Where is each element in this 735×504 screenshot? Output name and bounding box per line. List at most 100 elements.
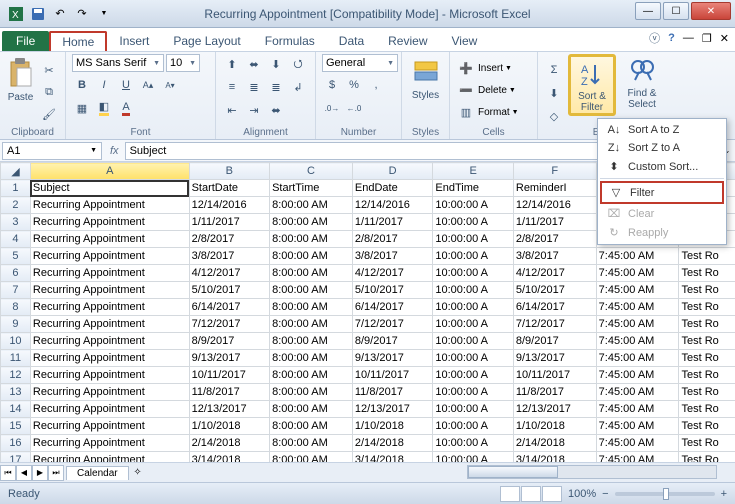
cut-icon[interactable]: ✂ [39, 60, 59, 80]
cell[interactable]: 4/12/2017 [189, 265, 270, 282]
redo-icon[interactable]: ↷ [72, 4, 92, 24]
cell[interactable]: 8:00:00 AM [270, 197, 353, 214]
scroll-thumb[interactable] [468, 466, 558, 478]
cell[interactable]: 8/9/2017 [513, 333, 596, 350]
cell[interactable]: 8:00:00 AM [270, 299, 353, 316]
cell[interactable]: Test Ro [679, 367, 735, 384]
fill-icon[interactable]: ⬇ [544, 83, 564, 103]
cell[interactable]: 7:45:00 AM [596, 299, 679, 316]
cell[interactable]: 1/10/2018 [189, 418, 270, 435]
row-header[interactable]: 12 [1, 367, 31, 384]
cell[interactable]: 10:00:00 A [433, 231, 514, 248]
close-button[interactable]: ✕ [691, 2, 731, 20]
cell[interactable]: 10:00:00 A [433, 435, 514, 452]
cell[interactable]: 8:00:00 AM [270, 333, 353, 350]
cell[interactable]: 10:00:00 A [433, 197, 514, 214]
align-bottom-icon[interactable]: ⬇ [266, 54, 286, 74]
cell[interactable]: 7:45:00 AM [596, 350, 679, 367]
cell[interactable]: 8:00:00 AM [270, 265, 353, 282]
cell[interactable]: StartDate [189, 180, 270, 197]
align-left-icon[interactable]: ≡ [222, 77, 242, 97]
tab-home[interactable]: Home [49, 31, 107, 51]
cell[interactable]: 3/8/2017 [352, 248, 433, 265]
wrap-text-icon[interactable]: ↲ [288, 77, 308, 97]
merge-center-icon[interactable]: ⬌ [266, 100, 286, 120]
cell[interactable]: 7:45:00 AM [596, 265, 679, 282]
delete-cells-button[interactable]: ➖Delete▼ [456, 80, 516, 100]
row-header[interactable]: 3 [1, 214, 31, 231]
cell[interactable]: Test Ro [679, 316, 735, 333]
cell[interactable]: 1/10/2018 [513, 418, 596, 435]
tab-pagelayout[interactable]: Page Layout [161, 31, 252, 51]
cell[interactable]: 8/9/2017 [352, 333, 433, 350]
row-header[interactable]: 11 [1, 350, 31, 367]
cell[interactable]: 7:45:00 AM [596, 282, 679, 299]
dd-sort-za[interactable]: Z↓Sort Z to A [600, 139, 724, 157]
cell[interactable]: Test Ro [679, 333, 735, 350]
view-pagebreak-icon[interactable] [542, 486, 562, 502]
find-select-button[interactable]: Find & Select [620, 54, 664, 110]
cell[interactable]: 8:00:00 AM [270, 316, 353, 333]
cell[interactable]: 10:00:00 A [433, 214, 514, 231]
cell[interactable]: 12/14/2016 [189, 197, 270, 214]
cell[interactable]: Test Ro [679, 248, 735, 265]
cell[interactable]: 8:00:00 AM [270, 248, 353, 265]
save-icon[interactable] [28, 4, 48, 24]
zoom-out-button[interactable]: − [602, 488, 608, 500]
cell[interactable]: 10:00:00 A [433, 282, 514, 299]
cell[interactable]: 8:00:00 AM [270, 418, 353, 435]
clear-icon[interactable]: ◇ [544, 106, 564, 126]
cell[interactable]: 9/13/2017 [513, 350, 596, 367]
cell[interactable]: 6/14/2017 [189, 299, 270, 316]
col-header-e[interactable]: E [433, 163, 514, 180]
cell[interactable]: 10:00:00 A [433, 418, 514, 435]
cell[interactable]: Recurring Appointment [30, 350, 189, 367]
cell[interactable]: Test Ro [679, 452, 735, 463]
accounting-format-icon[interactable]: $ [322, 75, 342, 95]
zoom-level[interactable]: 100% [568, 488, 596, 500]
cell[interactable]: 3/8/2017 [513, 248, 596, 265]
row-header[interactable]: 7 [1, 282, 31, 299]
increase-decimal-icon[interactable]: .0→ [322, 98, 342, 118]
cell[interactable]: 10:00:00 A [433, 333, 514, 350]
row-header[interactable]: 10 [1, 333, 31, 350]
sort-filter-button[interactable]: AZ Sort & Filter [568, 54, 616, 116]
cell[interactable]: Test Ro [679, 418, 735, 435]
new-sheet-icon[interactable]: ✧ [129, 467, 147, 478]
cell[interactable]: Recurring Appointment [30, 384, 189, 401]
col-header-c[interactable]: C [270, 163, 353, 180]
number-format-select[interactable]: General▼ [322, 54, 398, 72]
cell[interactable]: Recurring Appointment [30, 452, 189, 463]
italic-button[interactable]: I [94, 75, 114, 95]
row-header[interactable]: 15 [1, 418, 31, 435]
format-cells-button[interactable]: ▥Format▼ [456, 102, 519, 122]
cell[interactable]: 6/14/2017 [352, 299, 433, 316]
cell[interactable]: StartTime [270, 180, 353, 197]
col-header-d[interactable]: D [352, 163, 433, 180]
cell[interactable]: 1/10/2018 [352, 418, 433, 435]
font-color-button[interactable]: A [116, 98, 136, 118]
cell[interactable]: 3/14/2018 [513, 452, 596, 463]
cell[interactable]: 2/8/2017 [513, 231, 596, 248]
orientation-icon[interactable]: ⭯ [288, 54, 308, 74]
sheet-nav-next[interactable]: ▶ [32, 465, 48, 481]
cell[interactable]: 11/8/2017 [513, 384, 596, 401]
cell[interactable]: 7:45:00 AM [596, 418, 679, 435]
format-painter-icon[interactable]: 🖌 [39, 104, 59, 124]
cell[interactable]: 5/10/2017 [189, 282, 270, 299]
cell[interactable]: 8:00:00 AM [270, 231, 353, 248]
align-center-icon[interactable]: ≣ [244, 77, 264, 97]
cell[interactable]: Recurring Appointment [30, 282, 189, 299]
cell[interactable]: 11/8/2017 [189, 384, 270, 401]
tab-review[interactable]: Review [376, 31, 439, 51]
cell[interactable]: 12/13/2017 [513, 401, 596, 418]
cell[interactable]: 1/11/2017 [352, 214, 433, 231]
cell[interactable]: 2/14/2018 [513, 435, 596, 452]
zoom-slider[interactable] [615, 492, 715, 496]
cell[interactable]: Test Ro [679, 350, 735, 367]
cell[interactable]: EndTime [433, 180, 514, 197]
cell[interactable]: Recurring Appointment [30, 367, 189, 384]
cell[interactable]: 10:00:00 A [433, 316, 514, 333]
align-right-icon[interactable]: ≣ [266, 77, 286, 97]
tab-formulas[interactable]: Formulas [253, 31, 327, 51]
